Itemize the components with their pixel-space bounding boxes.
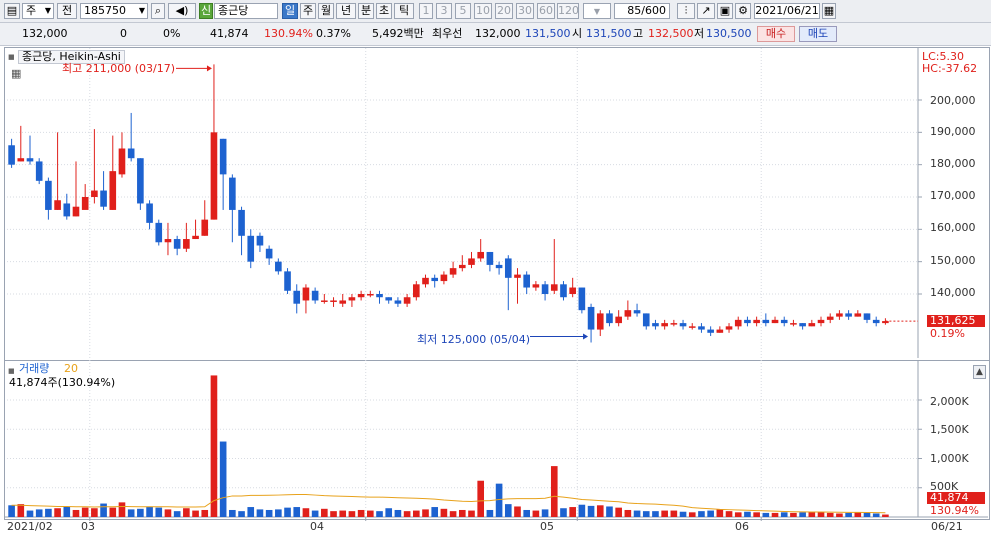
x-tick-label: 04 <box>310 520 324 533</box>
code-input[interactable]: 185750 ▼ <box>80 3 148 19</box>
candle-icon[interactable]: ⫶ <box>677 3 695 19</box>
amount-value: 5,492백만 <box>372 27 424 40</box>
x-tick-label: 05 <box>540 520 554 533</box>
quote-bar: 132,000 0 0% 41,874 130.94% 0.37% 5,492백… <box>0 23 991 46</box>
high-value: 132,500 <box>648 27 694 40</box>
chart-type-icon[interactable]: ▤ <box>4 3 20 19</box>
open-value: 131,500 <box>586 27 632 40</box>
sell-button[interactable]: 매도 <box>799 26 837 42</box>
best-label: 최우선 <box>432 27 463 40</box>
y-tick-label: 140,000 <box>930 286 976 299</box>
y-tick-label: 170,000 <box>930 189 976 202</box>
volume-value: 41,874 <box>210 27 249 40</box>
period-month[interactable]: 월 <box>318 3 334 19</box>
minute-option[interactable]: 1 <box>419 3 433 19</box>
hc-value: HC:-37.62 <box>922 62 978 75</box>
vol-y-tick: 2,000K <box>930 395 969 408</box>
period-day[interactable]: 일 <box>282 3 298 19</box>
chevron-down-icon: ▼ <box>138 6 145 15</box>
new-badge: 신 <box>199 3 213 19</box>
search-icon[interactable]: ⌕ <box>151 3 165 19</box>
period-minute[interactable]: 분 <box>358 3 374 19</box>
low-value: 130,500 <box>706 27 752 40</box>
volume-panel <box>4 360 990 520</box>
stock-name-field[interactable]: 종근당 <box>214 3 278 19</box>
period-second[interactable]: 초 <box>376 3 392 19</box>
buy-button[interactable]: 매수 <box>757 26 795 42</box>
turnover-value: 0.37% <box>316 27 351 40</box>
min-annotation: 최저 125,000 (05/04) <box>417 333 531 346</box>
chevron-down-icon: ▼ <box>593 7 601 16</box>
max-annotation: 최고 211,000 (03/17) <box>62 62 176 75</box>
x-tick-label: 06/21 <box>931 520 963 533</box>
calendar-icon[interactable]: ▦ <box>822 3 836 19</box>
minute-option[interactable]: 5 <box>455 3 471 19</box>
volume-ma-period: 20 <box>64 362 78 375</box>
x-tick-label: 03 <box>81 520 95 533</box>
sound-icon[interactable]: ◀) <box>168 3 196 19</box>
current-pct: 0.19% <box>930 327 965 340</box>
price-panel <box>4 47 990 361</box>
y-tick-label: 200,000 <box>930 94 976 107</box>
vol-y-tick: 1,000K <box>930 452 969 465</box>
minute-option[interactable]: 3 <box>436 3 452 19</box>
date-field[interactable]: 2021/06/21 <box>754 3 820 19</box>
count-field[interactable]: 85/600 <box>614 3 670 19</box>
draw-tool-icon[interactable]: ↗ <box>697 3 715 19</box>
y-tick-label: 180,000 <box>930 157 976 170</box>
price-value: 132,000 <box>22 27 68 40</box>
period-tick[interactable]: 틱 <box>394 3 414 19</box>
open-label: 시 <box>572 27 583 40</box>
volume-title: 거래량 <box>19 362 50 375</box>
indicator-list-icon[interactable]: ▦ <box>11 68 21 80</box>
prev-button[interactable]: 전 <box>57 3 77 19</box>
x-tick-label: 2021/02 <box>7 520 53 533</box>
low-label: 저 <box>694 27 705 40</box>
minute-option[interactable]: 60 <box>537 3 555 19</box>
x-tick-label: 06 <box>735 520 749 533</box>
high-label: 고 <box>633 27 644 40</box>
vol-y-tick: 1,500K <box>930 423 969 436</box>
chevron-down-icon: ▼ <box>44 6 51 15</box>
gear-icon[interactable]: ⚙ <box>735 3 751 19</box>
minute-option[interactable]: 20 <box>495 3 513 19</box>
code-value: 185750 <box>84 4 126 17</box>
volume-summary: 41,874주(130.94%) <box>9 376 116 389</box>
change-value: 0 <box>120 27 127 40</box>
panel-handle-icon[interactable]: ■ <box>8 51 15 63</box>
current-price-badge: 131,625 <box>927 315 985 327</box>
save-icon[interactable]: ▣ <box>717 3 733 19</box>
y-tick-label: 160,000 <box>930 221 976 234</box>
current-volume-badge: 41,874 <box>927 492 985 504</box>
change-pct: 0% <box>163 27 181 40</box>
toolbar: ▤ 주 ▼ 전 185750 ▼ ⌕ ◀) 신 종근당 일 주 월 년 분 초 틱 … <box>0 0 991 23</box>
period-week[interactable]: 주 <box>300 3 316 19</box>
best-bid: 131,500 <box>525 27 571 40</box>
y-tick-label: 190,000 <box>930 125 976 138</box>
maximize-icon[interactable]: ▲ <box>973 365 986 379</box>
market-select[interactable]: 주 ▼ <box>22 3 54 19</box>
minute-option[interactable]: 30 <box>516 3 534 19</box>
period-year[interactable]: 년 <box>336 3 356 19</box>
minute-dropdown[interactable]: ▼ <box>583 3 611 19</box>
market-label: 주 <box>26 4 37 17</box>
best-ask: 132,000 <box>475 27 521 40</box>
current-volume-pct: 130.94% <box>930 504 979 517</box>
volume-ratio: 130.94% <box>264 27 313 40</box>
minute-option[interactable]: 120 <box>557 3 579 19</box>
minute-option[interactable]: 10 <box>474 3 492 19</box>
y-tick-label: 150,000 <box>930 254 976 267</box>
